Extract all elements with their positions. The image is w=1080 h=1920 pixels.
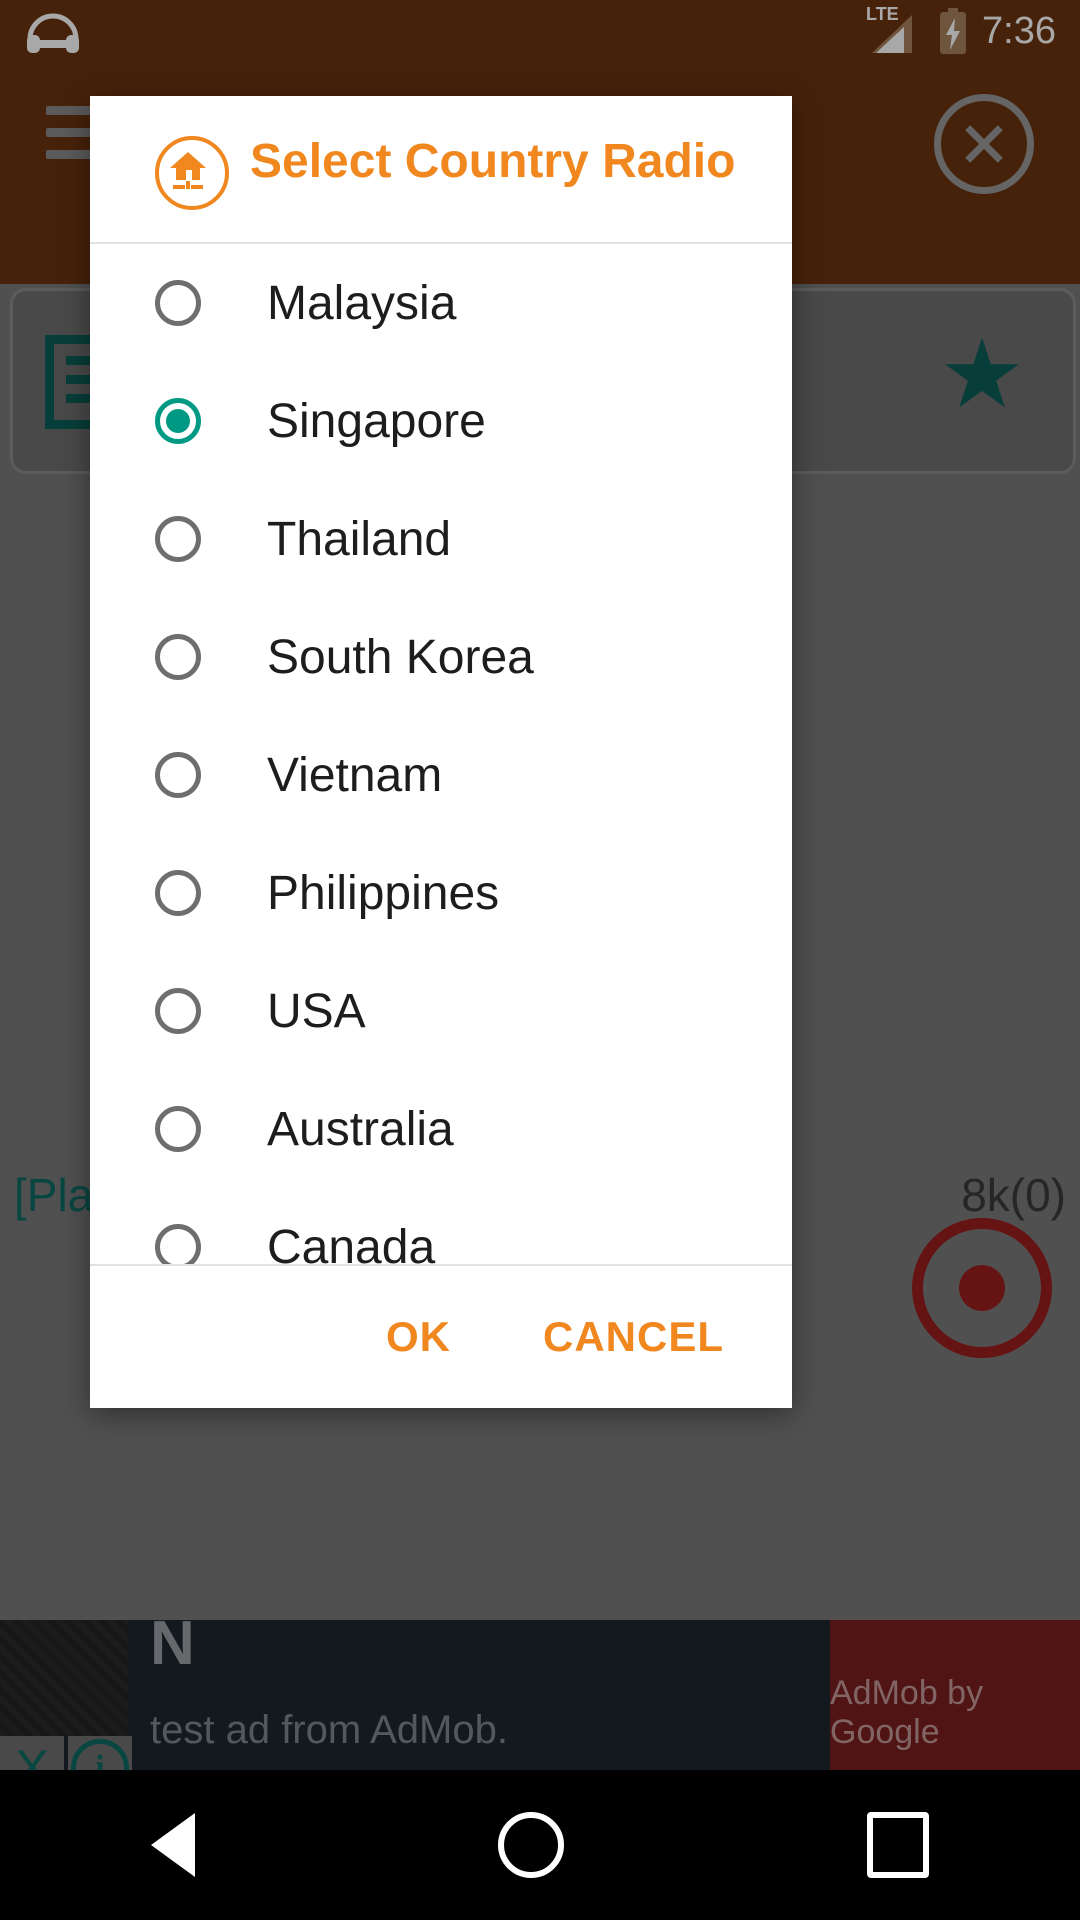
country-option-label: South Korea <box>267 630 534 684</box>
select-country-dialog: Select Country Radio Malaysia Singapore Th… <box>90 96 792 1408</box>
radio-button-icon[interactable] <box>155 516 201 562</box>
country-option-row[interactable]: Thailand <box>90 480 792 598</box>
country-option-label: Canada <box>267 1220 436 1267</box>
country-option-label: Australia <box>267 1102 454 1156</box>
country-option-row[interactable]: Singapore <box>90 362 792 480</box>
radio-button-icon[interactable] <box>155 634 201 680</box>
country-option-label: Philippines <box>267 866 500 920</box>
dialog-title: Select Country Radio <box>250 135 736 188</box>
radio-button-icon[interactable] <box>155 870 201 916</box>
country-option-label: USA <box>267 984 366 1038</box>
radio-button-icon[interactable] <box>155 1106 201 1152</box>
country-option-row[interactable]: Canada <box>90 1188 792 1266</box>
country-option-row[interactable]: Australia <box>90 1070 792 1188</box>
country-option-label: Vietnam <box>267 748 443 802</box>
radio-button-icon[interactable] <box>155 752 201 798</box>
dialog-header: Select Country Radio <box>90 96 792 244</box>
country-option-label: Thailand <box>267 512 452 566</box>
cancel-button[interactable]: CANCEL <box>533 1299 734 1375</box>
country-option-row[interactable]: USA <box>90 952 792 1070</box>
radio-button-icon[interactable] <box>155 1224 201 1266</box>
android-navigation-bar <box>0 1770 1080 1920</box>
ok-button[interactable]: OK <box>376 1299 461 1375</box>
country-option-label: Malaysia <box>267 276 457 330</box>
dialog-footer: OK CANCEL <box>90 1264 792 1408</box>
radio-button-icon[interactable] <box>155 280 201 326</box>
home-circle-icon[interactable] <box>497 1812 564 1878</box>
back-triangle-icon[interactable] <box>151 1813 196 1877</box>
country-radio-list[interactable]: Malaysia Singapore Thailand South Korea Viet… <box>90 244 792 1266</box>
country-option-label: Singapore <box>267 394 486 448</box>
radio-button-icon[interactable] <box>155 988 201 1034</box>
country-option-row[interactable]: South Korea <box>90 598 792 716</box>
recents-square-icon[interactable] <box>866 1812 929 1878</box>
country-option-row[interactable]: Vietnam <box>90 716 792 834</box>
country-option-row[interactable]: Malaysia <box>90 244 792 362</box>
country-option-row[interactable]: Philippines <box>90 834 792 952</box>
home-radio-icon <box>155 136 229 210</box>
radio-button-selected-icon[interactable] <box>155 398 201 444</box>
screen: ★ [Play 8k(0) N test ad from AdMob. AdMo… <box>0 0 1080 1920</box>
